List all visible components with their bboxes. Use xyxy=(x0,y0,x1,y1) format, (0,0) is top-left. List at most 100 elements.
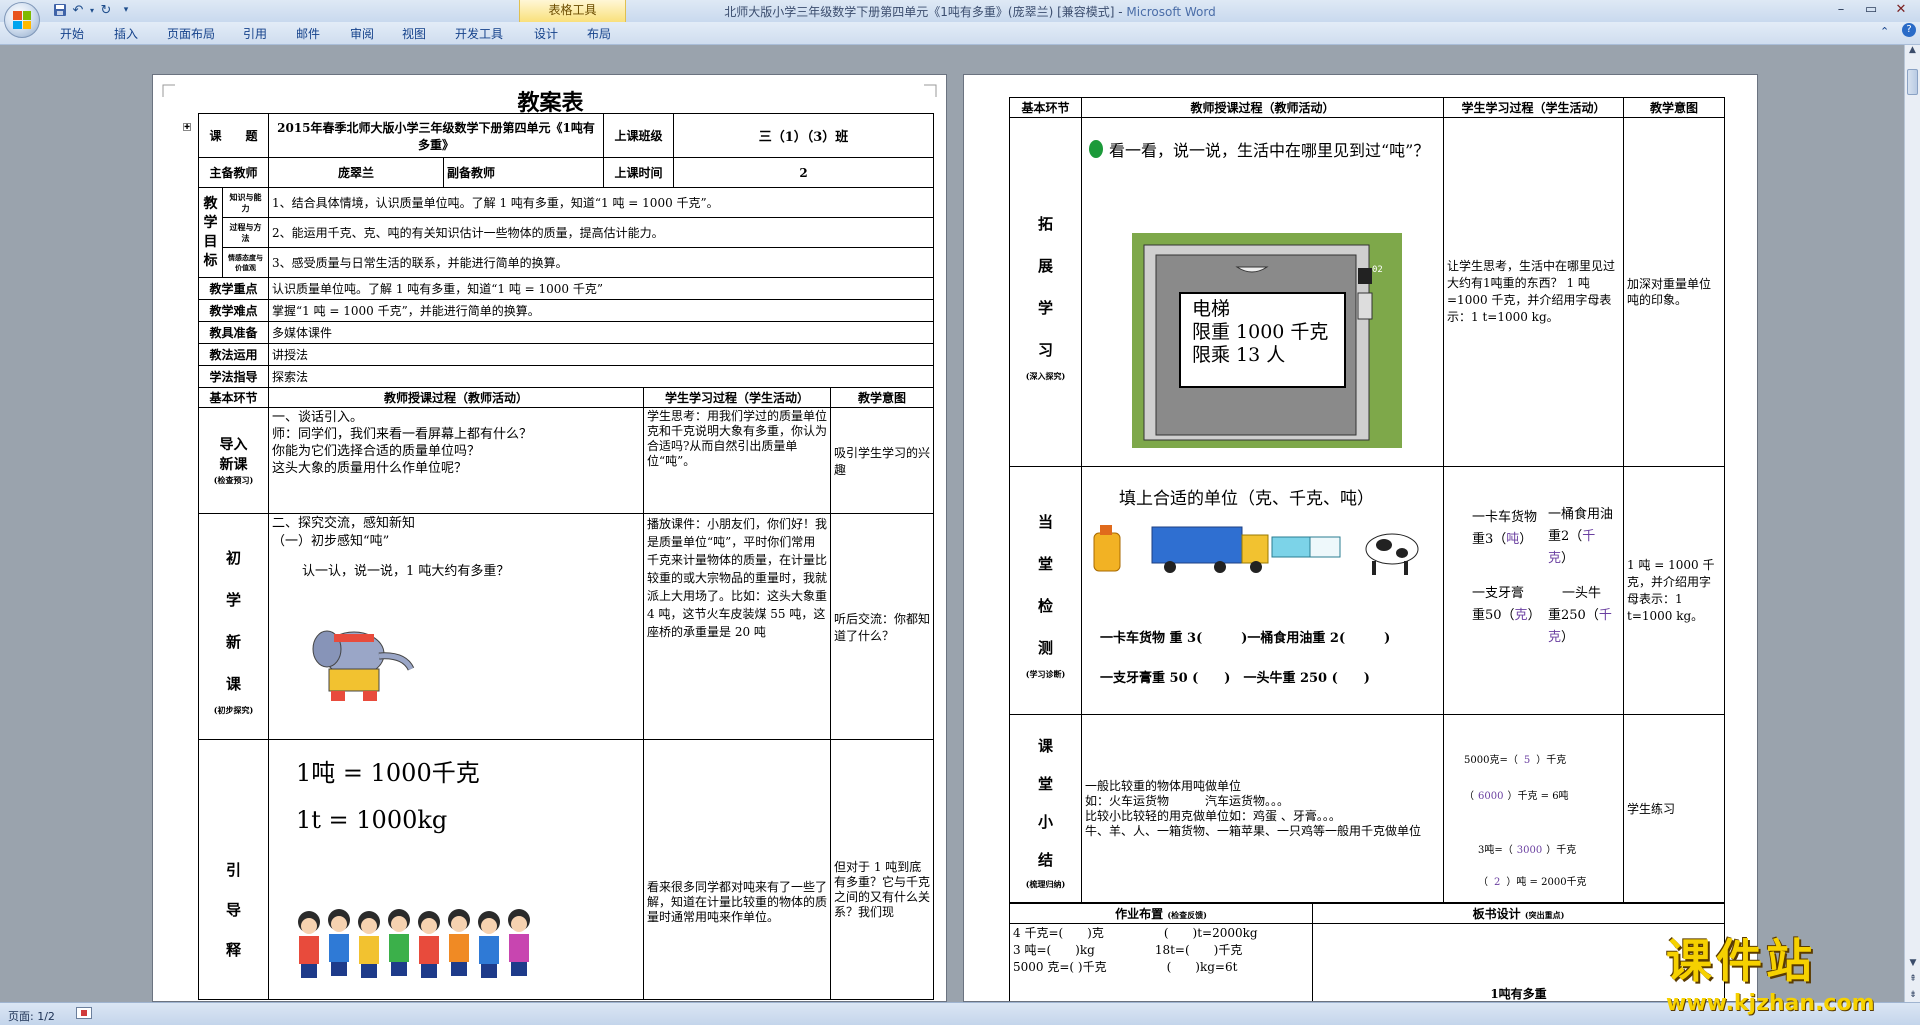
maximize-icon[interactable]: ▭ xyxy=(1856,0,1886,20)
calc-4: （2 ）吨 = 2000千克 xyxy=(1478,877,1587,888)
homework-table: 作业布置 (检查反馈) 板书设计 (突出重点) 4 千克=( )克 ( )t=2… xyxy=(1009,903,1725,1001)
learning-label: 学法指导 xyxy=(198,365,269,388)
goals-label: 教学目标 xyxy=(198,187,223,278)
title-bar: ↶ ▾ ↻ ▾ 表格工具 北师大版小学三年级数学下册第四单元《1吨有多重》(庞翠… xyxy=(0,0,1920,22)
stage-intro: 导入新课 (检查预习) xyxy=(198,407,269,514)
window-title: 北师大版小学三年级数学下册第四单元《1吨有多重》(庞翠兰) [兼容模式] - M… xyxy=(660,3,1280,20)
table-tools-context-tab: 表格工具 xyxy=(519,0,626,22)
redo-icon[interactable]: ↻ xyxy=(98,3,114,18)
formula-en: 1t = 1000kg xyxy=(296,806,448,834)
col-head-student: 学生学习过程（学生活动） xyxy=(1443,97,1624,118)
elephant-illustration xyxy=(312,630,415,701)
office-logo-icon xyxy=(13,11,31,29)
key-point-label: 教学重点 xyxy=(198,277,269,300)
col-head-stage: 基本环节 xyxy=(198,387,269,408)
stage-guide: 引导释 xyxy=(198,739,269,1000)
tab-developer[interactable]: 开发工具 xyxy=(455,25,503,42)
app-name: Microsoft Word xyxy=(1126,5,1216,19)
guide-student: 看来很多同学都对吨来有了一些了解，知道在计量比较重的物体的质量时通常用吨来作单位… xyxy=(643,739,831,1000)
new-student: 播放课件：小朋友们，你们好！我是质量单位“吨”，平时你们常用千克来计量物体的质量… xyxy=(643,513,831,740)
board-design-label: 板书设计 (突出重点) xyxy=(1312,903,1725,924)
teacher-value: 庞翠兰 xyxy=(268,157,444,188)
customize-qat-icon[interactable]: ▾ xyxy=(118,3,134,18)
tab-layout[interactable]: 布局 xyxy=(587,25,611,42)
close-icon[interactable]: ✕ xyxy=(1886,0,1916,20)
page-count[interactable]: 页面: 1/2 xyxy=(8,1008,55,1024)
elevator-sign: 电梯 限重 1000 千克 限乘 13 人 xyxy=(1192,298,1329,366)
new-teacher: 二、探究交流，感知新知 （一）初步感知“吨” 认一认，说一说，1 吨大约有多重？ xyxy=(268,513,644,740)
page-2: 基本环节 教师授课过程（教师活动） 学生学习过程（学生活动） 教学意图 拓展学习… xyxy=(963,74,1758,1002)
formula-cn: 1吨 = 1000千克 xyxy=(296,759,480,787)
answer-3: 一支牙膏 重50（克） xyxy=(1472,586,1541,623)
tab-page-layout[interactable]: 页面布局 xyxy=(167,25,215,42)
office-button[interactable] xyxy=(4,2,40,38)
document-title: 北师大版小学三年级数学下册第四单元《1吨有多重》(庞翠兰) [兼容模式] - xyxy=(724,5,1127,19)
ribbon-minimize-icon[interactable]: ⌃ xyxy=(1880,25,1889,38)
scroll-up-icon[interactable]: ▲ xyxy=(1905,45,1920,61)
help-icon[interactable]: ? xyxy=(1902,23,1916,37)
tab-home[interactable]: 开始 xyxy=(60,25,84,42)
guide-intent: 但对于 1 吨到底有多重？它与千克之间的又有什么关系？我们现 xyxy=(830,739,934,1000)
tab-view[interactable]: 视图 xyxy=(402,25,426,42)
teacher-label: 主备教师 xyxy=(198,157,269,188)
board-title: 1吨有多重 xyxy=(1312,923,1725,1001)
tab-design[interactable]: 设计 xyxy=(534,25,558,42)
tab-mailings[interactable]: 邮件 xyxy=(296,25,320,42)
elevator-floor-display: 02 xyxy=(1372,265,1383,275)
calc-2: （6000 ）千克 = 6吨 xyxy=(1464,791,1569,802)
intro-intent: 吸引学生学习的兴趣 xyxy=(830,407,934,514)
col-head-student: 学生学习过程（学生活动） xyxy=(643,387,831,408)
homework-lines: 4 千克=( )克 ( )t=2000kg 3 吨=( )kg 18t=( )千克… xyxy=(1009,923,1313,1001)
col-head-teacher: 教师授课过程（教师活动） xyxy=(1081,97,1444,118)
green-bullet-icon xyxy=(1089,140,1103,158)
tools-label: 教具准备 xyxy=(198,321,269,344)
extend-intent: 加深对重量单位吨的印象。 xyxy=(1623,117,1725,467)
extend-student: 让学生思考，生活中在哪里见过大约有1吨重的东西？ 1 吨=1000 千克，并介绍… xyxy=(1443,117,1624,467)
macro-record-icon[interactable] xyxy=(76,1007,92,1019)
method-value: 讲授法 xyxy=(268,343,934,366)
homework-label: 作业布置 (检查反馈) xyxy=(1009,903,1313,924)
summary-intent: 学生练习 xyxy=(1623,714,1725,903)
answer-2: 一桶食用油 重2（千克） xyxy=(1548,507,1614,566)
calc-3: 3吨=（ 3000 ）千克 xyxy=(1478,845,1577,856)
goals-table: 教学目标 知识与能力 1、结合具体情境，认识质量单位吨。了解 1 吨有多重，知道… xyxy=(198,187,934,278)
test-items-illustration xyxy=(1093,525,1419,575)
class-value: 三（1）（3）班 xyxy=(673,113,935,158)
ribbon-tab-bar: 开始 插入 页面布局 引用 邮件 审阅 视图 开发工具 设计 布局 ⌃ ? xyxy=(0,22,1920,45)
answer-1: 一卡车货物 重3（吨） xyxy=(1472,510,1538,547)
key-point-value: 认识质量单位吨。了解 1 吨有多重，知道“1 吨 = 1000 千克” xyxy=(268,277,934,300)
table-move-handle-icon[interactable]: ✚ xyxy=(183,123,191,131)
tools-value: 多媒体课件 xyxy=(268,321,934,344)
lesson-info-table: 课 题 2015年春季北师大版小学三年级数学下册第四单元《1吨有多重》 上课班级… xyxy=(198,113,935,188)
tab-insert[interactable]: 插入 xyxy=(114,25,138,42)
difficulty-label: 教学难点 xyxy=(198,299,269,322)
extend-prompt: 看一看，说一说，生活中在哪里见到过“吨”？ xyxy=(1085,137,1440,161)
test-question-2: 一支牙膏重 50 ( ) 一头牛重 250 ( ) xyxy=(1100,671,1370,686)
test-teacher: 填上合适的单位（克、千克、吨） 一卡车货物 重 3( )一桶食用油重 2( ) … xyxy=(1081,466,1444,715)
page-1: ✚ 教案表 课 题 2015年春季北师大版小学三年级数学下册第四单元《1吨有多重… xyxy=(152,74,947,1002)
class-label: 上课班级 xyxy=(603,113,675,158)
tab-review[interactable]: 审阅 xyxy=(350,25,374,42)
save-icon[interactable] xyxy=(52,3,68,18)
summary-teacher: 一般比较重的物体用吨做单位 如：火车运货物 汽车运货物。。。 比较小比较轻的用克做单… xyxy=(1081,714,1444,903)
goal-sub-knowledge: 知识与能力 xyxy=(222,187,269,218)
new-intent: 听后交流：你都知道了什么？ xyxy=(830,513,934,740)
stage-test: 当堂检测 (学习诊断) xyxy=(1009,466,1082,715)
scroll-thumb[interactable] xyxy=(1907,69,1918,95)
vice-teacher-label: 副备教师 xyxy=(442,157,605,188)
difficulty-value: 掌握“1 吨 = 1000 千克”，并能进行简单的换算。 xyxy=(268,299,934,322)
key-points-table: 教学重点 认识质量单位吨。了解 1 吨有多重，知道“1 吨 = 1000 千克” … xyxy=(198,277,934,388)
time-value: 2 xyxy=(673,157,935,188)
stage-new: 初学新课 (初步探究) xyxy=(198,513,269,740)
test-answers: 一卡车货物 重3（吨） 一桶食用油 重2（千克） 一支牙膏 重50（克） 一头牛 重25… xyxy=(1443,466,1624,715)
stage-summary: 课堂小结 (梳理归纳) xyxy=(1009,714,1082,903)
goal-1: 1、结合具体情境，认识质量单位吨。了解 1 吨有多重，知道“1 吨 = 1000… xyxy=(268,187,934,218)
tab-references[interactable]: 引用 xyxy=(243,25,267,42)
goal-sub-process: 过程与方法 xyxy=(222,217,269,248)
summary-calc: 5000克=（ 5 ）千克 （6000 ）千克 = 6吨 3吨=（ 3000 ）千克 （2… xyxy=(1443,714,1624,903)
time-label: 上课时间 xyxy=(603,157,675,188)
vertical-scrollbar[interactable]: ▲ ▼ ⇞ ⇟ xyxy=(1904,45,1920,1002)
minimize-icon[interactable]: – xyxy=(1826,0,1856,20)
process-table: 基本环节 教师授课过程（教师活动） 学生学习过程（学生活动） 教学意图 导入新课… xyxy=(198,387,934,1000)
test-question-1: 一卡车货物 重 3( )一桶食用油重 2( ) xyxy=(1100,631,1391,646)
